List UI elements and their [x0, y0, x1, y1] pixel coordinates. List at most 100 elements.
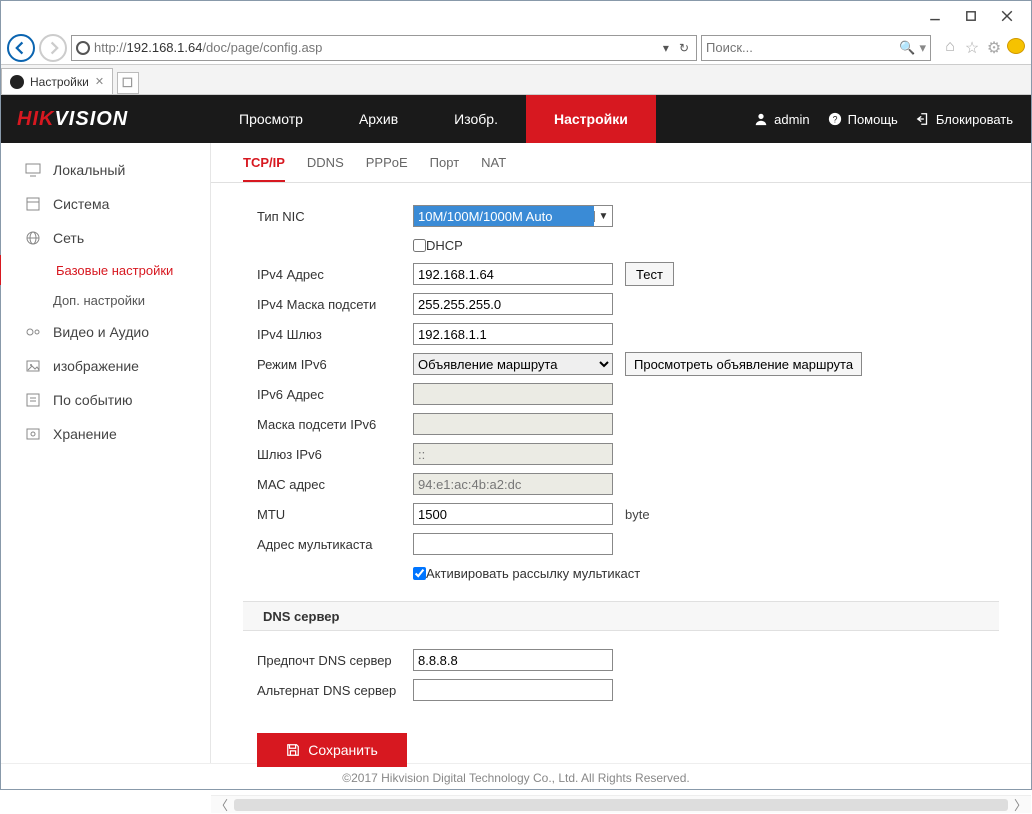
search-icon[interactable]: 🔍	[899, 40, 915, 56]
star-icon[interactable]: ☆	[963, 38, 981, 58]
sidebar-item-system[interactable]: Система	[1, 187, 210, 221]
sidebar-sub-basic-settings[interactable]: Базовые настройки	[0, 255, 210, 285]
scrollbar-track[interactable]	[234, 799, 1008, 811]
ipv4-address-label: IPv4 Адрес	[257, 267, 413, 282]
enable-multicast-checkbox[interactable]	[413, 567, 426, 580]
scroll-left-icon[interactable]: 〈	[215, 795, 228, 814]
sidebar-item-label: Видео и Аудио	[53, 324, 149, 340]
window-maximize-button[interactable]	[953, 2, 989, 30]
ipv4-gateway-label: IPv4 Шлюз	[257, 327, 413, 342]
topnav-settings[interactable]: Настройки	[526, 95, 656, 143]
smiley-icon[interactable]	[1007, 38, 1025, 58]
view-route-advertisement-button[interactable]: Просмотреть объявление маршрута	[625, 352, 862, 376]
image-icon	[25, 358, 41, 374]
subtab-pppoe[interactable]: PPPoE	[366, 155, 408, 182]
ipv6-mode-select[interactable]: Объявление маршрута	[413, 353, 613, 375]
footer-copyright: ©2017 Hikvision Digital Technology Co., …	[1, 763, 1031, 791]
subtab-tcpip[interactable]: TCP/IP	[243, 155, 285, 182]
scroll-right-icon[interactable]: 〉	[1014, 795, 1027, 814]
sidebar-item-storage[interactable]: Хранение	[1, 417, 210, 451]
search-dropdown-icon[interactable]: ▾	[915, 40, 926, 56]
logout-button[interactable]: Блокировать	[916, 112, 1013, 127]
window-close-button[interactable]	[989, 2, 1025, 30]
ipv4-gateway-input[interactable]	[413, 323, 613, 345]
mtu-input[interactable]	[413, 503, 613, 525]
ipv6-gateway-label: Шлюз IPv6	[257, 447, 413, 462]
topnav-image[interactable]: Изобр.	[426, 95, 526, 143]
ipv6-mask-label: Маска подсети IPv6	[257, 417, 413, 432]
sidebar-item-local[interactable]: Локальный	[1, 153, 210, 187]
browser-search-box[interactable]: 🔍 ▾	[701, 35, 931, 61]
refresh-icon[interactable]: ↻	[676, 41, 692, 55]
user-indicator[interactable]: admin	[754, 112, 809, 127]
sidebar-item-label: Локальный	[53, 162, 125, 178]
browser-tab[interactable]: Настройки ✕	[1, 68, 113, 94]
content-panel: TCP/IP DDNS PPPoE Порт NAT Тип NIC 10M/1…	[211, 143, 1031, 763]
ipv6-mask-input	[413, 413, 613, 435]
mtu-unit: byte	[625, 507, 650, 522]
dns-section-header: DNS сервер	[243, 601, 999, 631]
ipv4-mask-label: IPv4 Маска подсети	[257, 297, 413, 312]
ipv4-address-input[interactable]	[413, 263, 613, 285]
dns-alternate-label: Альтернат DNS сервер	[257, 683, 413, 698]
subtab-port[interactable]: Порт	[430, 155, 459, 182]
home-icon[interactable]: ⌂	[941, 38, 959, 58]
top-nav: Просмотр Архив Изобр. Настройки	[211, 95, 656, 143]
video-audio-icon	[25, 324, 41, 340]
ipv6-mode-label: Режим IPv6	[257, 357, 413, 372]
help-button[interactable]: ? Помощь	[828, 112, 898, 127]
system-icon	[25, 196, 41, 212]
ipv6-gateway-input	[413, 443, 613, 465]
dns-alternate-input[interactable]	[413, 679, 613, 701]
window-minimize-button[interactable]	[917, 2, 953, 30]
sidebar-sub-advanced-settings[interactable]: Доп. настройки	[1, 285, 210, 315]
multicast-address-input[interactable]	[413, 533, 613, 555]
sidebar-item-label: Система	[53, 196, 109, 212]
tab-favicon	[10, 75, 24, 89]
subtab-ddns[interactable]: DDNS	[307, 155, 344, 182]
ipv4-mask-input[interactable]	[413, 293, 613, 315]
sidebar: Локальный Система Сеть Базовые настройки…	[1, 143, 211, 763]
back-button[interactable]	[7, 34, 35, 62]
enable-multicast-label: Активировать рассылку мультикаст	[426, 566, 640, 581]
help-label: Помощь	[848, 112, 898, 127]
event-icon	[25, 392, 41, 408]
gear-icon[interactable]: ⚙	[985, 38, 1003, 58]
sidebar-item-image[interactable]: изображение	[1, 349, 210, 383]
ipv6-address-input	[413, 383, 613, 405]
mac-address-input	[413, 473, 613, 495]
svg-text:?: ?	[832, 115, 837, 125]
topnav-archive[interactable]: Архив	[331, 95, 426, 143]
dns-preferred-label: Предпочт DNS сервер	[257, 653, 413, 668]
logout-label: Блокировать	[936, 112, 1013, 127]
new-tab-button[interactable]	[117, 72, 139, 94]
sidebar-item-label: Сеть	[53, 230, 84, 246]
chevron-down-icon: ▼	[594, 211, 612, 222]
sidebar-item-label: По событию	[53, 392, 133, 408]
url-dropdown-icon[interactable]: ▾	[660, 41, 672, 55]
horizontal-scrollbar[interactable]: 〈 〉	[211, 795, 1031, 813]
save-button[interactable]: Сохранить	[257, 733, 407, 767]
tcpip-form: Тип NIC 10M/100M/1000M Auto ▼ DHCP IPv4 …	[211, 183, 1031, 767]
sidebar-item-video-audio[interactable]: Видео и Аудио	[1, 315, 210, 349]
subtab-nat[interactable]: NAT	[481, 155, 506, 182]
tab-close-icon[interactable]: ✕	[95, 75, 104, 88]
dns-preferred-input[interactable]	[413, 649, 613, 671]
sidebar-item-event[interactable]: По событию	[1, 383, 210, 417]
test-button[interactable]: Тест	[625, 262, 674, 286]
sidebar-item-network[interactable]: Сеть	[1, 221, 210, 255]
sidebar-item-label: изображение	[53, 358, 139, 374]
nic-type-select[interactable]: 10M/100M/1000M Auto ▼	[413, 205, 613, 227]
browser-tabstrip: Настройки ✕	[1, 65, 1031, 95]
app-header: HIKVISION Просмотр Архив Изобр. Настройк…	[1, 95, 1031, 143]
browser-toolbar: http://192.168.1.64/doc/page/config.asp …	[1, 31, 1031, 65]
dhcp-label: DHCP	[426, 238, 463, 253]
browser-search-input[interactable]	[706, 40, 899, 55]
dhcp-checkbox[interactable]	[413, 239, 426, 252]
save-icon	[286, 743, 300, 757]
user-name: admin	[774, 112, 809, 127]
header-right: admin ? Помощь Блокировать	[754, 112, 1031, 127]
address-bar[interactable]: http://192.168.1.64/doc/page/config.asp …	[71, 35, 697, 61]
topnav-preview[interactable]: Просмотр	[211, 95, 331, 143]
url-text: http://192.168.1.64/doc/page/config.asp	[94, 40, 656, 55]
